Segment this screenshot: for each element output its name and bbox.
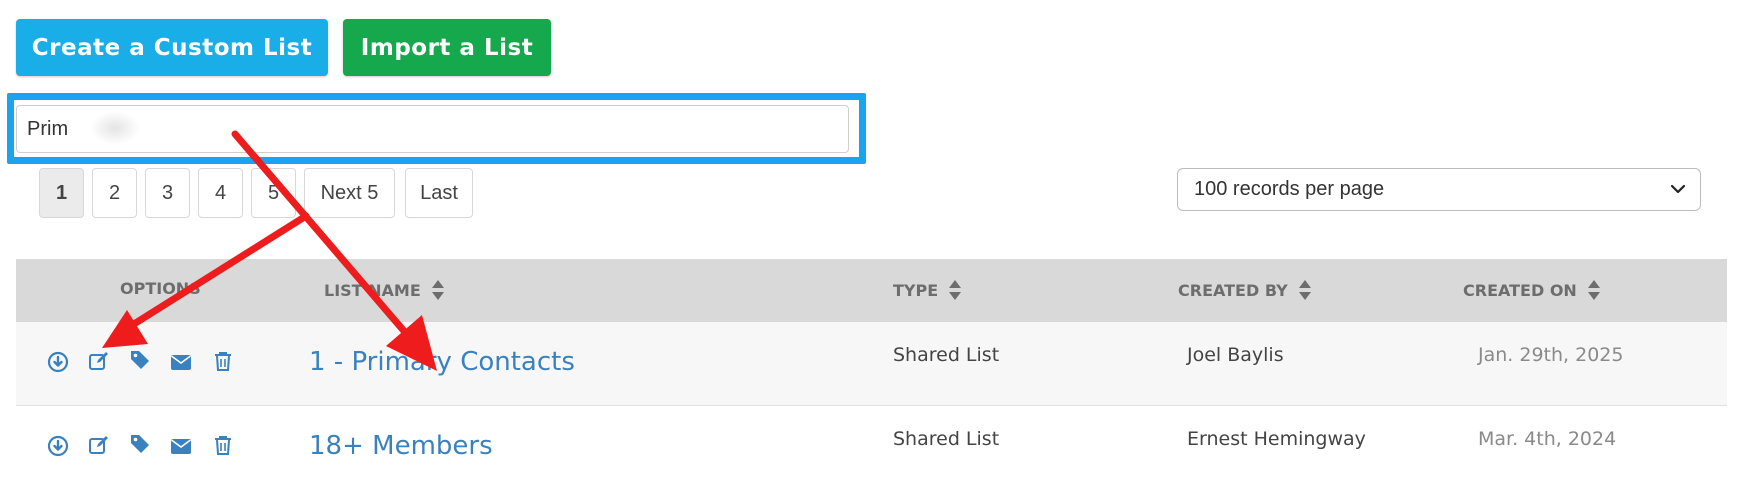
header-created-by-label: CREATED BY	[1178, 280, 1288, 300]
header-created-on[interactable]: CREATED ON	[1463, 279, 1601, 301]
trash-icon[interactable]	[212, 350, 234, 372]
sort-icon[interactable]	[1298, 279, 1312, 301]
header-type-label: TYPE	[893, 280, 939, 300]
created-on-cell: Jan. 29th, 2025	[1478, 344, 1624, 366]
records-per-page-value: 100 records per page	[1194, 178, 1385, 200]
download-icon[interactable]	[47, 351, 69, 373]
search-input-value: Prim	[27, 117, 69, 140]
sort-icon[interactable]	[431, 279, 445, 301]
type-cell: Shared List	[893, 344, 1000, 366]
next-5-button[interactable]: Next 5	[304, 168, 395, 218]
create-custom-list-button[interactable]: Create a Custom List	[16, 19, 328, 76]
tag-icon[interactable]	[129, 433, 151, 455]
created-by-cell: Ernest Hemingway	[1187, 428, 1366, 450]
page-2-button[interactable]: 2	[92, 168, 137, 218]
tag-icon[interactable]	[129, 349, 151, 371]
page-5-button[interactable]: 5	[251, 168, 296, 218]
last-page-button[interactable]: Last	[405, 168, 473, 218]
edit-icon[interactable]	[88, 434, 110, 456]
envelope-icon[interactable]	[170, 351, 192, 373]
trash-icon[interactable]	[212, 434, 234, 456]
table-row	[16, 322, 1727, 406]
page-3-button[interactable]: 3	[145, 168, 190, 218]
sort-icon[interactable]	[948, 279, 962, 301]
created-by-cell: Joel Baylis	[1187, 344, 1284, 366]
list-name-link[interactable]: 18+ Members	[309, 431, 493, 461]
edit-icon[interactable]	[88, 350, 110, 372]
header-created-by[interactable]: CREATED BY	[1178, 279, 1312, 301]
list-name-link[interactable]: 1 - Primary Contacts	[309, 347, 575, 377]
header-created-on-label: CREATED ON	[1463, 280, 1577, 300]
type-cell: Shared List	[893, 428, 1000, 450]
envelope-icon[interactable]	[170, 435, 192, 457]
search-redaction-blur	[90, 111, 140, 145]
page-1-button[interactable]: 1	[39, 168, 84, 218]
sort-icon[interactable]	[1587, 279, 1601, 301]
page-4-button[interactable]: 4	[198, 168, 243, 218]
header-options-label: OPTIONS	[120, 279, 201, 298]
header-options: OPTIONS	[120, 279, 201, 298]
records-per-page-select[interactable]: 100 records per page	[1177, 168, 1701, 211]
table-row	[16, 406, 1727, 484]
header-list-name[interactable]: LIST NAME	[324, 279, 445, 301]
created-on-cell: Mar. 4th, 2024	[1478, 428, 1617, 450]
download-icon[interactable]	[47, 435, 69, 457]
chevron-down-icon	[1670, 184, 1686, 194]
import-list-button[interactable]: Import a List	[343, 19, 551, 76]
header-type[interactable]: TYPE	[893, 279, 962, 301]
search-input[interactable]: Prim	[16, 105, 849, 153]
header-list-name-label: LIST NAME	[324, 280, 421, 300]
